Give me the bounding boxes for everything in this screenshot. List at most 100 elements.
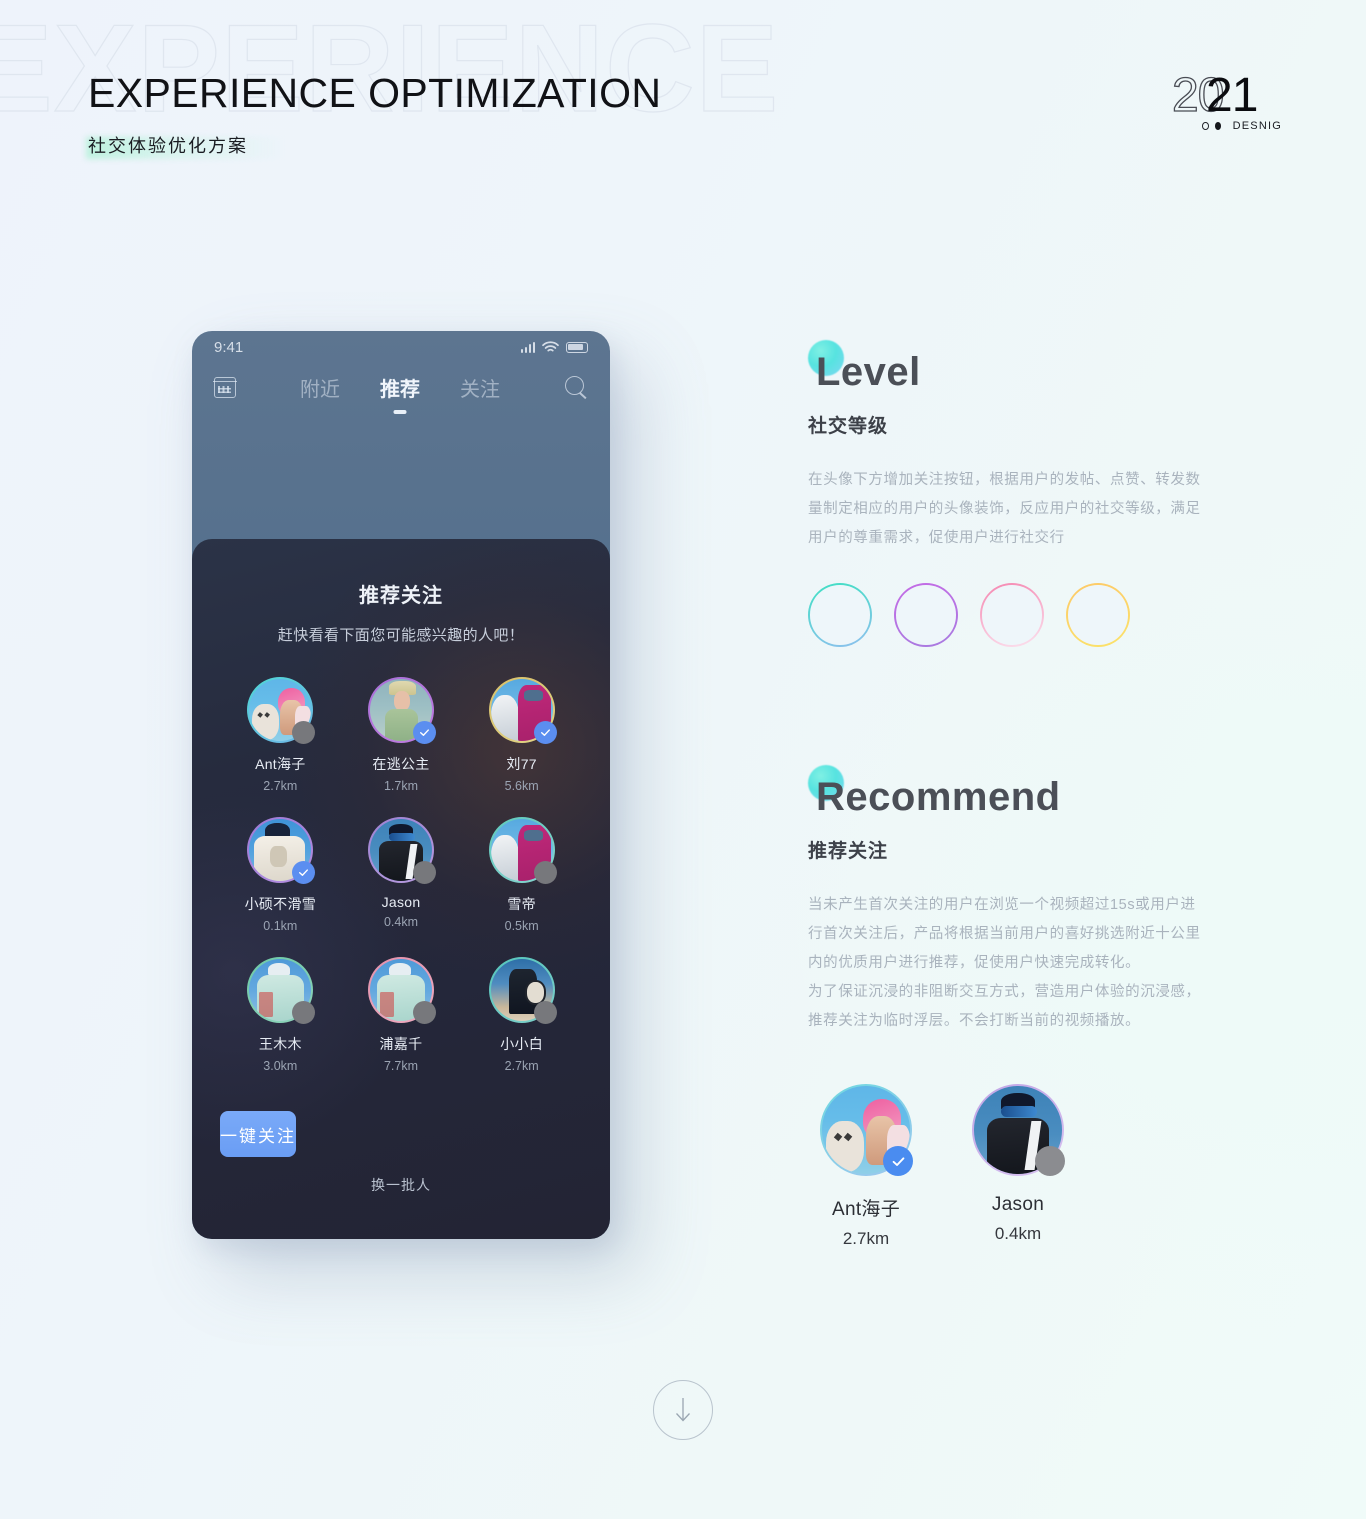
page-subtitle: 社交体验优化方案 xyxy=(88,136,248,156)
follow-badge[interactable] xyxy=(533,1001,557,1024)
person-name: Ant海子 xyxy=(255,756,306,772)
avatar[interactable] xyxy=(972,1084,1065,1176)
section-recommend-title-cn: 推荐关注 xyxy=(808,841,889,862)
signal-icon xyxy=(520,341,535,353)
wifi-icon xyxy=(542,341,559,352)
follow-badge[interactable] xyxy=(1035,1146,1065,1176)
follow-badge[interactable] xyxy=(533,861,557,884)
avatar[interactable] xyxy=(488,677,557,744)
list-item[interactable]: 王木木 3.0km xyxy=(220,957,341,1073)
followed-badge[interactable] xyxy=(883,1146,913,1176)
level-rings xyxy=(808,583,1208,647)
person-name: Jason xyxy=(991,1194,1045,1215)
status-indicators xyxy=(520,341,588,353)
section-recommend-body: 当未产生首次关注的用户在浏览一个视频超过15s或用户进行首次关注后，产品将根据当… xyxy=(808,897,1201,1029)
nav-tab-nearby[interactable]: 附近 xyxy=(300,373,340,402)
person-distance: 2.7km xyxy=(263,779,298,793)
status-bar: 9:41 xyxy=(192,331,610,363)
recommend-people: Ant海子 2.7km Jason 0.4km xyxy=(808,1084,1208,1249)
section-recommend: Recommend 推荐关注 当未产生首次关注的用户在浏览一个视频超过15s或用… xyxy=(808,765,1208,1249)
battery-icon xyxy=(566,341,588,353)
section-level-title-en: Level xyxy=(816,350,921,394)
person-distance: 7.7km xyxy=(383,1059,419,1073)
person-name: 王木木 xyxy=(258,1036,302,1052)
list-item[interactable]: Ant海子 2.7km xyxy=(820,1084,913,1249)
avatar[interactable] xyxy=(820,1084,913,1176)
person-name: Ant海子 xyxy=(831,1199,901,1220)
nav-tab-recommend[interactable]: 推荐 xyxy=(380,373,420,402)
right-column: Level 社交等级 在头像下方增加关注按钮，根据用户的发帖、点赞、转发数量制定… xyxy=(808,340,1208,1249)
followed-badge[interactable] xyxy=(412,721,436,744)
page-subtitle-wrapper: 社交体验优化方案 xyxy=(86,132,286,159)
list-item[interactable]: 小硕不滑雪 0.1km xyxy=(220,817,341,933)
circle-filled-icon xyxy=(1214,122,1221,130)
people-grid: Ant海子 2.7km 在逃公主 1.7km 刘77 5.6km 小硕不滑雪 0… xyxy=(192,677,610,1073)
phone-nav-bar: 附近 推荐 关注 xyxy=(192,365,610,409)
avatar[interactable] xyxy=(247,817,316,884)
level-ring-2 xyxy=(894,583,958,647)
section-recommend-title-en: Recommend xyxy=(816,775,1061,819)
search-icon[interactable] xyxy=(564,375,588,399)
calendar-icon[interactable] xyxy=(213,376,237,398)
section-level-title-cn: 社交等级 xyxy=(808,416,889,437)
follow-badge[interactable] xyxy=(412,861,436,884)
modal-title: 推荐关注 xyxy=(359,585,443,607)
section-level: Level 社交等级 在头像下方增加关注按钮，根据用户的发帖、点赞、转发数量制定… xyxy=(808,340,1208,647)
person-name: 在逃公主 xyxy=(372,756,430,772)
person-distance: 3.0km xyxy=(263,1059,298,1073)
list-item[interactable]: 小小白 2.7km xyxy=(461,957,582,1073)
list-item[interactable]: Jason 0.4km xyxy=(972,1084,1065,1249)
avatar[interactable] xyxy=(367,957,436,1024)
person-distance: 0.4km xyxy=(994,1224,1042,1243)
person-distance: 1.7km xyxy=(383,779,419,793)
level-ring-1 xyxy=(808,583,872,647)
follow-badge[interactable] xyxy=(292,1001,316,1024)
page-title: EXPERIENCE OPTIMIZATION xyxy=(88,70,662,116)
nav-tab-following[interactable]: 关注 xyxy=(460,373,500,402)
avatar[interactable] xyxy=(367,817,436,884)
list-item[interactable]: 雪帝 0.5km xyxy=(461,817,582,933)
followed-badge[interactable] xyxy=(533,721,557,744)
avatar[interactable] xyxy=(367,677,436,744)
person-distance: 5.6km xyxy=(504,779,539,793)
refresh-people-link[interactable]: 换一批人 xyxy=(192,1175,610,1195)
phone-mockup: 9:41 附近 推荐 关注 推荐关注 赶快看看下面您可能感兴趣的人吧！ Ant海… xyxy=(192,331,610,1239)
logo-year: 20 21 xyxy=(1171,68,1282,122)
list-item[interactable]: Ant海子 2.7km xyxy=(220,677,341,793)
brand-logo: 20 21 DESNIG xyxy=(1171,68,1282,132)
list-item[interactable]: Jason 0.4km xyxy=(341,817,462,933)
person-distance: 0.1km xyxy=(263,919,298,933)
person-name: 雪帝 xyxy=(507,896,536,912)
scroll-down-indicator[interactable] xyxy=(653,1380,713,1440)
avatar[interactable] xyxy=(488,817,557,884)
circle-outline-icon xyxy=(1202,122,1209,130)
section-level-body: 在头像下方增加关注按钮，根据用户的发帖、点赞、转发数量制定相应的用户的头像装饰，… xyxy=(808,472,1201,546)
person-name: 小硕不滑雪 xyxy=(244,896,317,912)
follow-all-button[interactable]: 一键关注 xyxy=(220,1111,296,1157)
follow-badge[interactable] xyxy=(412,1001,436,1024)
avatar[interactable] xyxy=(247,677,316,744)
avatar[interactable] xyxy=(488,957,557,1024)
follow-badge[interactable] xyxy=(292,721,316,744)
person-name: 刘77 xyxy=(506,756,537,772)
list-item[interactable]: 浦嘉千 7.7km xyxy=(341,957,462,1073)
level-ring-3 xyxy=(980,583,1044,647)
person-distance: 0.5km xyxy=(504,919,539,933)
list-item[interactable]: 刘77 5.6km xyxy=(461,677,582,793)
nav-tabs: 附近 推荐 关注 xyxy=(300,373,500,402)
avatar[interactable] xyxy=(247,957,316,1024)
status-time: 9:41 xyxy=(214,338,244,356)
person-name: Jason xyxy=(381,894,421,910)
person-distance: 2.7km xyxy=(504,1059,539,1073)
person-distance: 0.4km xyxy=(383,915,419,929)
logo-year-solid: 21 xyxy=(1206,69,1258,122)
person-name: 小小白 xyxy=(500,1036,544,1052)
followed-badge[interactable] xyxy=(292,861,316,884)
arrow-down-icon xyxy=(676,1398,690,1422)
modal-subtitle: 赶快看看下面您可能感兴趣的人吧！ xyxy=(277,627,525,644)
recommend-modal: 推荐关注 赶快看看下面您可能感兴趣的人吧！ Ant海子 2.7km 在逃公主 1… xyxy=(192,539,610,1239)
list-item[interactable]: 在逃公主 1.7km xyxy=(341,677,462,793)
level-ring-4 xyxy=(1066,583,1130,647)
person-name: 浦嘉千 xyxy=(379,1036,423,1052)
person-distance: 2.7km xyxy=(842,1229,890,1248)
